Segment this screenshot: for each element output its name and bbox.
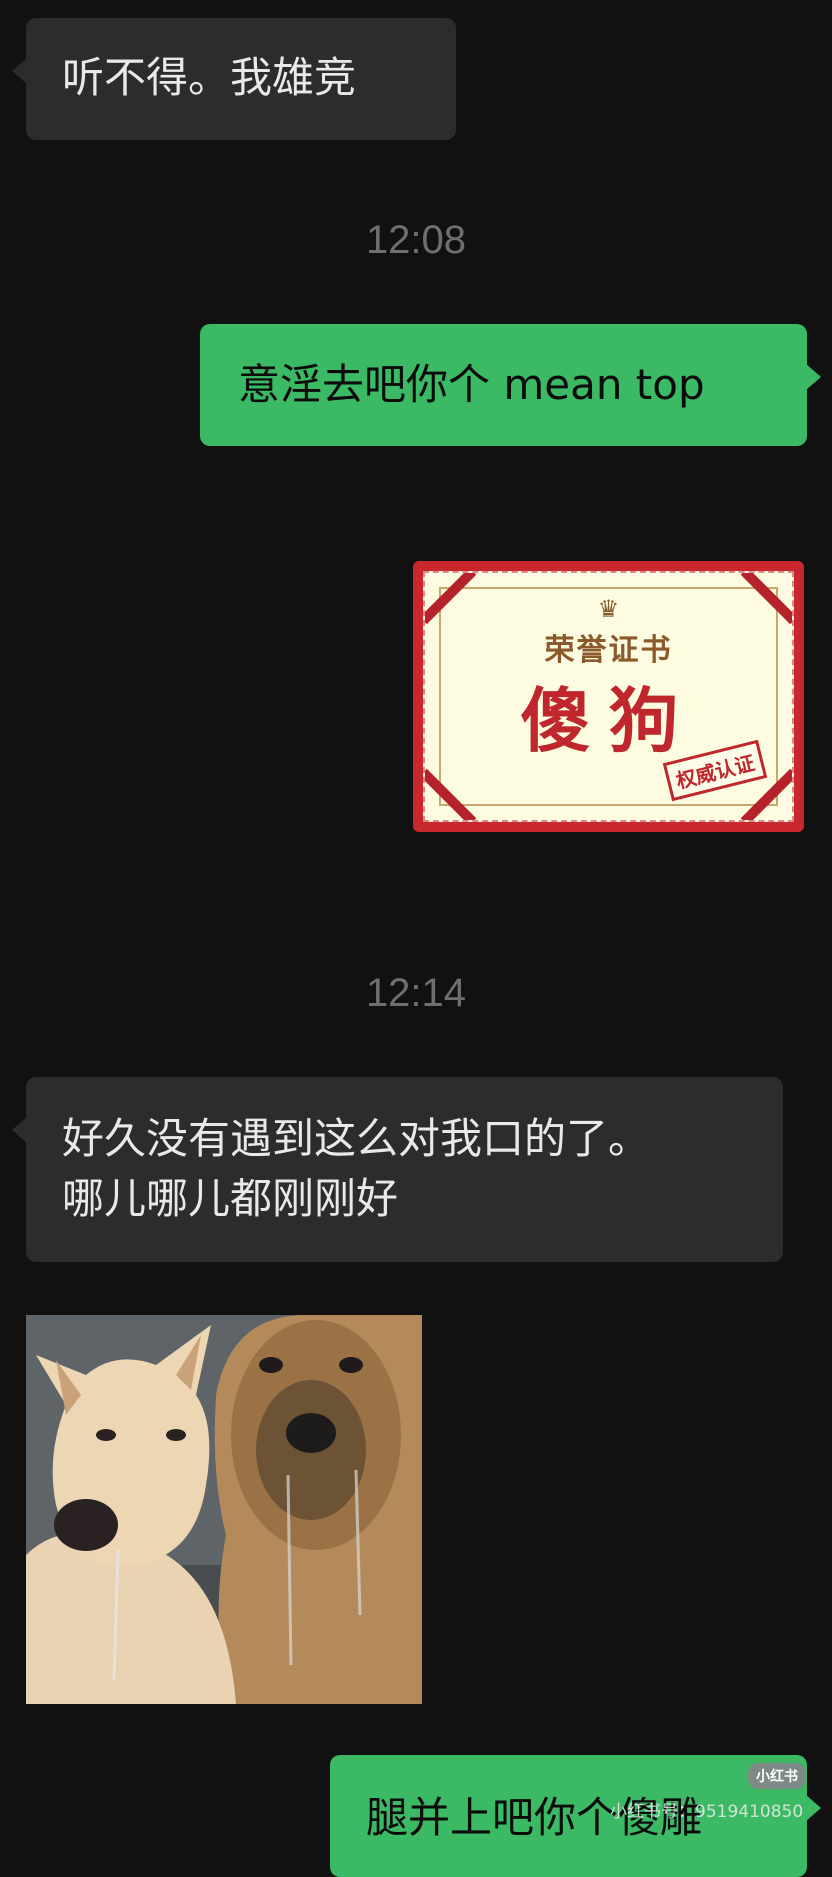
timestamp: 12:08 xyxy=(365,218,467,262)
message-text-line-1: 好久没有遇到这么对我口的了。 xyxy=(62,1114,651,1163)
message-text: 意淫去吧你个 mean top xyxy=(238,360,705,409)
dog-photo-image[interactable] xyxy=(26,1315,422,1704)
incoming-message-bubble[interactable]: 好久没有遇到这么对我口的了。 哪儿哪儿都刚刚好 xyxy=(12,1077,783,1262)
dogs-illustration xyxy=(26,1315,422,1704)
certificate-title: 荣誉证书 xyxy=(544,633,673,668)
message-text-line-2: 哪儿哪儿都刚刚好 xyxy=(62,1174,399,1223)
outgoing-message-bubble[interactable]: 意淫去吧你个 mean top xyxy=(200,324,821,446)
incoming-message-bubble[interactable]: 听不得。我雄竞 xyxy=(12,18,456,140)
timestamp: 12:14 xyxy=(365,971,467,1015)
message-text: 听不得。我雄竞 xyxy=(62,53,357,102)
certificate-paper: ♛ 荣誉证书 傻狗 权威认证 xyxy=(423,571,794,822)
xiaohongshu-logo-badge: 小红书 xyxy=(748,1763,806,1789)
watermark-text: 小红书号：9519410850 xyxy=(610,1802,804,1822)
honor-certificate-sticker[interactable]: ♛ 荣誉证书 傻狗 权威认证 xyxy=(413,561,804,832)
crown-icon: ♛ xyxy=(597,595,620,623)
